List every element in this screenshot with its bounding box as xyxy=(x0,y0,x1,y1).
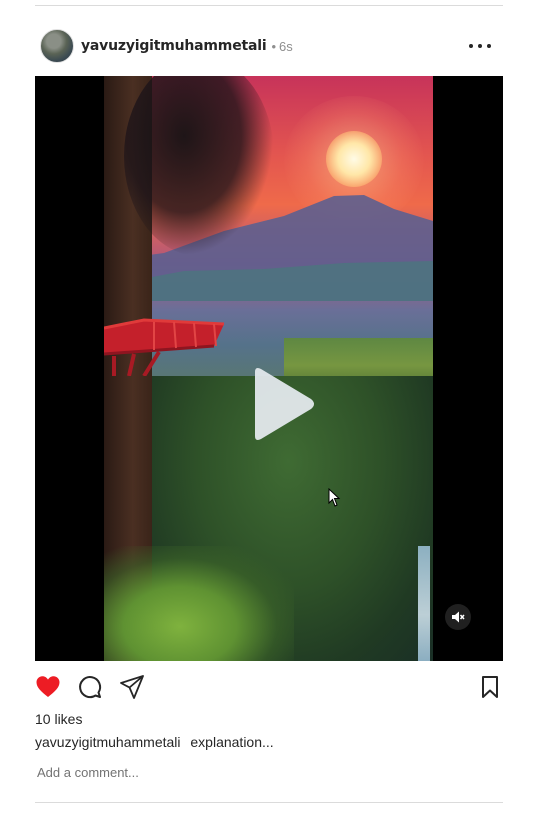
likes-count[interactable]: 10 likes xyxy=(35,711,82,727)
post-header: yavuzyigitmuhammetali • 6s xyxy=(35,29,503,63)
more-icon xyxy=(469,44,473,48)
time-separator: • xyxy=(271,38,276,54)
mute-button[interactable] xyxy=(445,604,471,630)
post-actions xyxy=(35,672,503,702)
post-username[interactable]: yavuzyigitmuhammetali xyxy=(81,38,267,54)
caption: yavuzyigitmuhammetali explanation... xyxy=(35,734,274,750)
post-video[interactable] xyxy=(35,76,503,661)
post-time: 6s xyxy=(279,38,293,54)
play-icon[interactable] xyxy=(247,366,317,442)
avatar[interactable] xyxy=(40,29,74,63)
more-icon-dot xyxy=(487,44,491,48)
caption-username[interactable]: yavuzyigitmuhammetali xyxy=(35,734,181,750)
more-options-button[interactable] xyxy=(469,37,491,55)
feed-divider-bottom xyxy=(35,802,503,803)
caption-text: explanation... xyxy=(190,734,274,750)
bookmark-icon[interactable] xyxy=(477,674,503,700)
mouse-cursor-icon xyxy=(328,488,341,507)
comment-input[interactable] xyxy=(35,761,475,783)
feed-divider-top xyxy=(35,5,503,6)
volume-muted-icon xyxy=(452,611,465,623)
red-platform xyxy=(104,318,225,376)
comment-icon[interactable] xyxy=(77,674,103,700)
share-icon[interactable] xyxy=(119,674,145,700)
heart-filled-icon[interactable] xyxy=(35,674,61,700)
more-icon-dot xyxy=(478,44,482,48)
sun xyxy=(326,131,382,187)
foreground-leaves xyxy=(104,546,294,661)
waterfall xyxy=(418,546,430,661)
